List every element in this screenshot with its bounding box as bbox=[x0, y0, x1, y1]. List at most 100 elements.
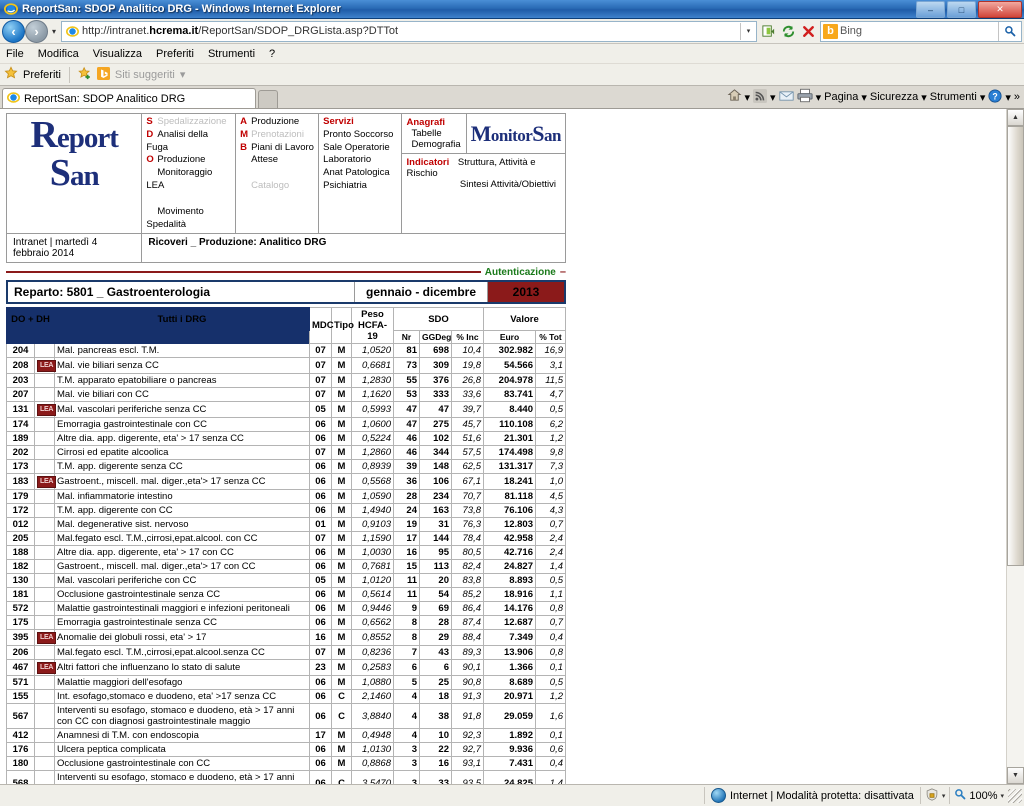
print-caret-icon[interactable]: ▾ bbox=[816, 91, 822, 104]
row-code[interactable]: 206 bbox=[6, 645, 35, 661]
header-inc[interactable]: % Inc bbox=[451, 330, 484, 345]
row-code[interactable]: 207 bbox=[6, 387, 35, 403]
anagrafi-item-0[interactable]: Tabelle bbox=[407, 128, 461, 139]
pagina-caret-icon[interactable]: ▾ bbox=[861, 91, 867, 104]
new-tab-button[interactable] bbox=[258, 90, 278, 108]
address-dropdown-icon[interactable]: ▾ bbox=[740, 22, 756, 40]
suggested-sites-label[interactable]: Siti suggeriti bbox=[115, 69, 175, 81]
header-do-dh[interactable]: DO + DH bbox=[6, 307, 55, 332]
command-strumenti[interactable]: Strumenti bbox=[930, 91, 977, 103]
address-url[interactable]: http://intranet.hcrema.it/ReportSan/SDOP… bbox=[82, 25, 740, 37]
star-icon[interactable] bbox=[4, 66, 18, 83]
menu-item-strumenti[interactable]: Strumenti bbox=[208, 48, 255, 60]
row-code[interactable]: 203 bbox=[6, 373, 35, 389]
table-row[interactable]: 189 Altre dia. app. digerente, eta' > 17 … bbox=[6, 431, 566, 447]
table-row[interactable]: 395 LEA Anomalie dei globuli rossi, eta' >… bbox=[6, 629, 566, 647]
indicatori-item-1[interactable]: Sintesi Attività/Obiettivi bbox=[407, 179, 560, 190]
search-box[interactable]: b Bing bbox=[820, 20, 1022, 42]
rss-caret-icon[interactable]: ▾ bbox=[770, 91, 776, 104]
table-row[interactable]: 203 T.M. apparato epatobiliare o pancreas… bbox=[6, 373, 566, 389]
header-ggdeg[interactable]: GGDeg bbox=[419, 330, 452, 345]
command-sicurezza[interactable]: Sicurezza bbox=[870, 91, 918, 103]
menu-row-1[interactable]: D Analisi della Fuga bbox=[146, 129, 231, 155]
menu-row-0[interactable]: S Spedalizzazione bbox=[146, 116, 231, 129]
table-row[interactable]: 208 LEA Mal. vie biliari senza CC 07 M 0,6681… bbox=[6, 357, 566, 375]
row-code[interactable]: 173 bbox=[6, 459, 35, 475]
minimize-button[interactable]: – bbox=[916, 1, 945, 18]
row-code[interactable]: 208 bbox=[6, 357, 35, 375]
suggested-sites-caret-icon[interactable]: ▾ bbox=[180, 68, 186, 81]
table-row[interactable]: 174 Emorragia gastrointestinale con CC 06 M… bbox=[6, 417, 566, 433]
table-row[interactable]: 467 LEA Altri fattori che influenzano lo s… bbox=[6, 659, 566, 677]
row-code[interactable]: 174 bbox=[6, 417, 35, 433]
table-row[interactable]: 572 Malattie gastrointestinali maggiori e… bbox=[6, 601, 566, 617]
anagrafi-item-1[interactable]: Demografia bbox=[407, 139, 461, 150]
row-code[interactable]: 180 bbox=[6, 756, 35, 772]
row-code[interactable]: 189 bbox=[6, 431, 35, 447]
page-scrollbar[interactable]: ▲ ▼ bbox=[1006, 109, 1024, 784]
table-row[interactable]: 175 Emorragia gastrointestinale senza CC 0… bbox=[6, 615, 566, 631]
menu-item-help[interactable]: ? bbox=[269, 48, 275, 60]
row-code[interactable]: 175 bbox=[6, 615, 35, 631]
table-row[interactable]: 176 Ulcera peptica complicata 06 M 1,0130 3 22… bbox=[6, 742, 566, 758]
scroll-up-button[interactable]: ▲ bbox=[1007, 109, 1024, 126]
row-code[interactable]: 395 bbox=[6, 629, 35, 647]
table-row[interactable]: 567 Interventi su esofago, stomaco e duod… bbox=[6, 703, 566, 730]
compatibility-view-icon[interactable] bbox=[758, 21, 778, 41]
servizi-item-2[interactable]: Laboratorio bbox=[323, 154, 396, 167]
table-row[interactable]: 180 Occlusione gastrointestinale con CC 06… bbox=[6, 756, 566, 772]
row-code[interactable]: 188 bbox=[6, 545, 35, 561]
row-code[interactable]: 155 bbox=[6, 689, 35, 705]
bing-icon[interactable] bbox=[96, 66, 110, 83]
table-row[interactable]: 571 Malattie maggiori dell'esofago 06 M 1,08… bbox=[6, 675, 566, 691]
address-bar[interactable]: http://intranet.hcrema.it/ReportSan/SDOP… bbox=[61, 20, 757, 42]
servizi-item-4[interactable]: Psichiatria bbox=[323, 180, 396, 193]
row-code[interactable]: 567 bbox=[6, 703, 35, 730]
favorites-label[interactable]: Preferiti bbox=[23, 69, 61, 81]
header-peso[interactable]: Peso HCFA-19 bbox=[351, 307, 394, 345]
table-row[interactable]: 130 Mal. vascolari periferiche con CC 05 M 1… bbox=[6, 573, 566, 589]
security-zone[interactable]: Internet | Modalità protetta: disattivat… bbox=[703, 787, 920, 804]
row-code[interactable]: 183 bbox=[6, 473, 35, 491]
command-pagina[interactable]: Pagina bbox=[824, 91, 858, 103]
row-code[interactable]: 467 bbox=[6, 659, 35, 677]
menu-item-file[interactable]: File bbox=[6, 48, 24, 60]
row-code[interactable]: 131 bbox=[6, 401, 35, 419]
refresh-icon[interactable] bbox=[778, 21, 798, 41]
table-row[interactable]: 155 Int. esofago,stomaco e duodeno, eta' … bbox=[6, 689, 566, 705]
row-code[interactable]: 130 bbox=[6, 573, 35, 589]
header-tutti-drg[interactable]: Tutti i DRG bbox=[54, 307, 310, 332]
menu2-row-3[interactable]: Attese bbox=[240, 154, 314, 167]
row-code[interactable]: 012 bbox=[6, 517, 35, 533]
sicurezza-caret-icon[interactable]: ▾ bbox=[921, 91, 927, 104]
header-mdc[interactable]: MDC bbox=[309, 307, 334, 345]
menu-item-visualizza[interactable]: Visualizza bbox=[93, 48, 142, 60]
scroll-down-button[interactable]: ▼ bbox=[1007, 767, 1024, 784]
command-overflow-icon[interactable]: » bbox=[1014, 91, 1020, 103]
row-code[interactable]: 182 bbox=[6, 559, 35, 575]
zoom-control[interactable]: 100% ▾ bbox=[949, 787, 1008, 804]
servizi-item-3[interactable]: Anat Patologica bbox=[323, 167, 396, 180]
search-input[interactable]: Bing bbox=[840, 25, 998, 37]
menu2-row-0[interactable]: A Produzione bbox=[240, 116, 314, 129]
scrollbar-thumb[interactable] bbox=[1007, 126, 1024, 566]
table-row[interactable]: 131 LEA Mal. vascolari periferiche senza C… bbox=[6, 401, 566, 419]
forward-button[interactable]: › bbox=[25, 19, 48, 43]
table-row[interactable]: 012 Mal. degenerative sist. nervoso 01 M 0,9… bbox=[6, 517, 566, 533]
header-euro[interactable]: Euro bbox=[483, 330, 536, 345]
home-caret-icon[interactable]: ▾ bbox=[745, 91, 751, 104]
row-code[interactable]: 412 bbox=[6, 728, 35, 744]
tab-reportsan[interactable]: ReportSan: SDOP Analitico DRG bbox=[2, 88, 256, 108]
row-code[interactable]: 181 bbox=[6, 587, 35, 603]
table-row[interactable]: 181 Occlusione gastrointestinale senza CC… bbox=[6, 587, 566, 603]
table-row[interactable]: 182 Gastroent., miscell. mal. diger.,eta'… bbox=[6, 559, 566, 575]
rss-icon[interactable] bbox=[753, 88, 768, 106]
mail-icon[interactable] bbox=[778, 89, 794, 106]
header-nr[interactable]: Nr bbox=[393, 330, 420, 345]
table-row[interactable]: 206 Mal.fegato escl. T.M.,cirrosi,epat.al… bbox=[6, 645, 566, 661]
protected-mode-caret-icon[interactable]: ▾ bbox=[942, 792, 946, 800]
row-code[interactable]: 172 bbox=[6, 503, 35, 519]
servizi-item-1[interactable]: Sale Operatorie bbox=[323, 142, 396, 155]
table-row[interactable]: 188 Altre dia. app. digerente, eta' > 17 … bbox=[6, 545, 566, 561]
row-code[interactable]: 204 bbox=[6, 343, 35, 359]
